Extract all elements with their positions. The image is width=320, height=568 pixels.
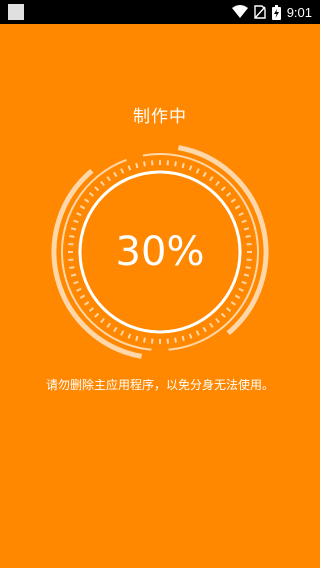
battery-charging-icon — [271, 4, 281, 20]
progress-tick — [238, 287, 244, 292]
progress-tick — [209, 176, 214, 182]
progress-tick — [234, 205, 241, 210]
progress-tick — [220, 312, 226, 318]
progress-tick — [73, 219, 79, 224]
status-icons: 9:01 — [231, 0, 312, 24]
progress-tick — [76, 287, 82, 292]
progress-tick — [94, 312, 100, 318]
progress-tick — [215, 318, 220, 324]
progress-percent: 30% — [115, 229, 205, 275]
status-time: 9:01 — [286, 4, 312, 20]
main-screen: 制作中 30% 请勿删除主应用程序，以免分身无法使用。 — [0, 24, 320, 568]
progress-tick — [84, 198, 90, 203]
progress-indicator: 30% — [50, 142, 270, 362]
page-title: 制作中 — [133, 107, 187, 127]
progress-tick — [79, 294, 86, 299]
progress-tick — [181, 162, 185, 169]
progress-tick — [174, 161, 177, 167]
progress-tick — [195, 330, 200, 336]
progress-tick — [100, 318, 105, 324]
progress-tick — [143, 161, 146, 167]
progress-tick — [79, 205, 86, 210]
progress-tick — [230, 301, 236, 306]
progress-tick — [76, 212, 82, 217]
progress-tick — [88, 192, 94, 197]
progress-tick — [135, 162, 139, 169]
progress-tick — [143, 337, 146, 343]
progress-tick — [220, 186, 226, 192]
progress-tick — [195, 168, 200, 174]
progress-tick — [113, 326, 118, 333]
progress-tick — [127, 165, 132, 171]
progress-tick — [226, 307, 232, 312]
status-bar: 9:01 — [0, 0, 320, 24]
progress-tick — [188, 333, 193, 339]
progress-tick — [135, 335, 139, 342]
progress-tick — [202, 326, 207, 333]
progress-tick — [188, 165, 193, 171]
progress-tick — [202, 171, 207, 178]
progress-tick — [120, 330, 125, 336]
progress-tick — [215, 180, 220, 186]
progress-tick — [120, 168, 125, 174]
progress-tick — [174, 337, 177, 343]
warning-notice: 请勿删除主应用程序，以免分身无法使用。 — [45, 378, 274, 392]
progress-tick — [226, 192, 232, 197]
progress-tick — [100, 180, 105, 186]
progress-tick — [113, 171, 118, 178]
progress-tick — [181, 335, 185, 342]
progress-tick — [234, 294, 241, 299]
wifi-icon — [231, 5, 248, 19]
progress-tick — [84, 301, 90, 306]
progress-tick — [94, 186, 100, 192]
no-sim-icon — [253, 5, 266, 19]
progress-tick — [241, 280, 247, 285]
progress-tick — [230, 198, 236, 203]
progress-tick — [88, 307, 94, 312]
progress-tick — [209, 322, 214, 328]
progress-tick — [106, 322, 111, 328]
progress-tick — [238, 212, 244, 217]
progress-tick — [73, 280, 79, 285]
progress-tick — [127, 333, 132, 339]
progress-tick — [106, 176, 111, 182]
progress-tick — [241, 219, 247, 224]
notification-placeholder-icon — [8, 4, 24, 20]
